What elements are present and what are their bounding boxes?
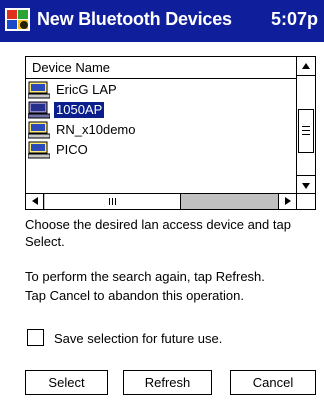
horizontal-scrollbar[interactable] xyxy=(26,193,297,209)
scroll-up-button[interactable] xyxy=(297,57,315,76)
list-item-label: PICO xyxy=(56,142,88,157)
left-arrow-icon xyxy=(32,197,38,205)
clock[interactable]: 5:07p xyxy=(271,9,318,30)
down-arrow-icon xyxy=(302,183,310,189)
save-selection-checkbox[interactable] xyxy=(27,329,44,346)
vertical-scrollbar[interactable] xyxy=(296,57,315,194)
window-title: New Bluetooth Devices xyxy=(37,9,232,29)
computer-icon xyxy=(28,101,50,119)
scroll-right-button[interactable] xyxy=(278,194,296,209)
title-bar: New Bluetooth Devices 5:07p xyxy=(0,0,324,42)
scroll-down-button[interactable] xyxy=(297,175,315,194)
column-header-device-name[interactable]: Device Name xyxy=(26,57,297,79)
computer-icon xyxy=(28,141,50,159)
horizontal-scroll-thumb[interactable] xyxy=(45,194,181,209)
list-item-label: 1050AP xyxy=(54,102,105,118)
device-list[interactable]: Device Name EricG LAP 1050AP RN_x10demo … xyxy=(25,56,316,210)
computer-icon xyxy=(28,121,50,139)
list-item[interactable]: PICO xyxy=(26,140,297,160)
scroll-left-button[interactable] xyxy=(26,194,44,209)
right-arrow-icon xyxy=(285,197,291,205)
vertical-scroll-thumb[interactable] xyxy=(298,109,314,153)
instruction-cancel: Tap Cancel to abandon this operation. xyxy=(25,288,244,303)
scrollbar-corner xyxy=(296,193,315,209)
save-selection-label[interactable]: Save selection for future use. xyxy=(54,331,222,346)
select-button[interactable]: Select xyxy=(25,370,108,395)
list-item-label: EricG LAP xyxy=(56,82,117,97)
list-item[interactable]: RN_x10demo xyxy=(26,120,297,140)
device-rows: EricG LAP 1050AP RN_x10demo PICO xyxy=(26,80,297,194)
list-item[interactable]: EricG LAP xyxy=(26,80,297,100)
list-item-label: RN_x10demo xyxy=(56,122,136,137)
computer-icon xyxy=(28,81,50,99)
refresh-button[interactable]: Refresh xyxy=(123,370,212,395)
cancel-button[interactable]: Cancel xyxy=(230,370,316,395)
instruction-refresh: To perform the search again, tap Refresh… xyxy=(25,269,265,284)
list-item-selected[interactable]: 1050AP xyxy=(26,100,297,120)
start-menu-icon[interactable] xyxy=(4,6,31,33)
instruction-choose: Choose the desired lan access device and… xyxy=(25,217,291,249)
up-arrow-icon xyxy=(302,63,310,69)
